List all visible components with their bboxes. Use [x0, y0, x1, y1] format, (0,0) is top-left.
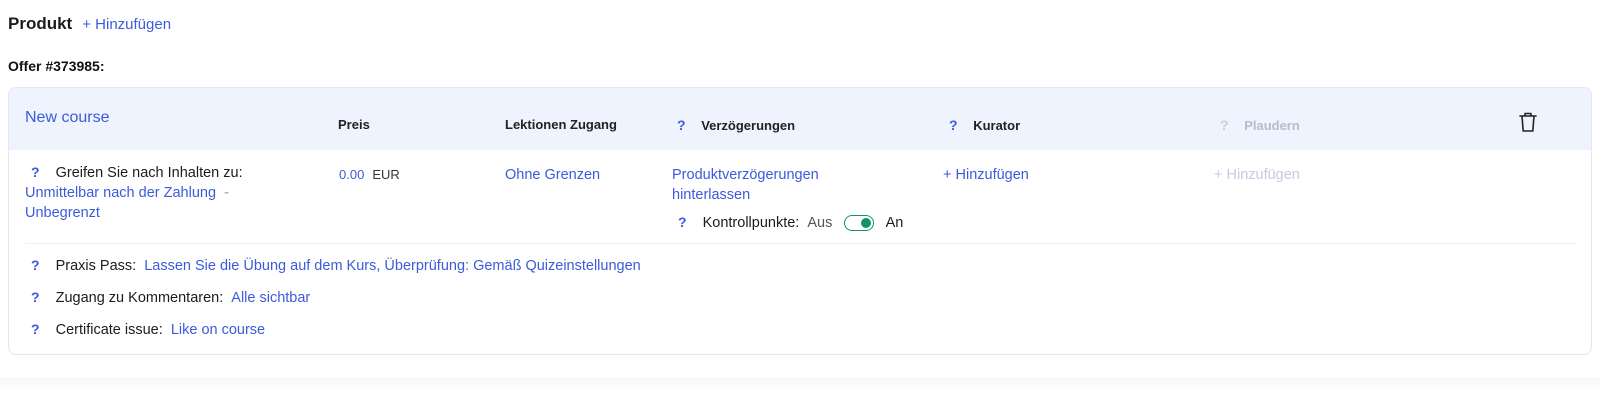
chat-cell: + Hinzufügen	[1214, 165, 1300, 185]
section-title: Produkt	[8, 14, 73, 33]
certificate-label: Certificate issue:	[55, 322, 163, 338]
column-header-price: Preis	[338, 117, 370, 132]
practice-pass-row: ? Praxis Pass: Lassen Sie die Übung auf …	[25, 255, 641, 276]
add-curator-link[interactable]: + Hinzufügen	[943, 167, 1029, 183]
column-header-curator: ? Kurator	[949, 117, 1020, 133]
column-header-chat: ? Plaudern	[1220, 117, 1300, 133]
checkpoints-toggle[interactable]	[844, 215, 875, 232]
help-icon[interactable]: ?	[677, 117, 686, 133]
practice-pass-link[interactable]: Lassen Sie die Übung auf dem Kurs, Überp…	[144, 258, 641, 274]
help-icon[interactable]: ?	[678, 214, 687, 230]
content-access-end-link[interactable]: Unbegrenzt	[25, 205, 100, 221]
delays-cell: Produktverzögerungen hinterlassen	[672, 165, 872, 205]
comments-access-label: Zugang zu Kommentaren:	[55, 290, 224, 306]
content-access-label: Greifen Sie nach Inhalten zu:	[55, 165, 243, 181]
help-icon: ?	[1220, 117, 1229, 133]
course-name-link[interactable]: New course	[25, 109, 109, 127]
checkpoints-off-label: Aus	[807, 215, 833, 231]
content-access-start-link[interactable]: Unmittelbar nach der Zahlung	[25, 185, 216, 201]
help-icon[interactable]: ?	[31, 289, 40, 305]
content-access-cell: ? Greifen Sie nach Inhalten zu: Unmittel…	[25, 162, 325, 223]
help-icon[interactable]: ?	[949, 117, 958, 133]
certificate-link[interactable]: Like on course	[171, 322, 265, 338]
help-icon[interactable]: ?	[31, 164, 40, 180]
column-header-lessons-access: Lektionen Zugang	[505, 117, 617, 132]
column-header-curator-label: Kurator	[973, 118, 1021, 133]
toggle-knob	[861, 217, 872, 228]
add-chat-link: + Hinzufügen	[1214, 167, 1300, 183]
checkpoints-on-label: An	[885, 215, 904, 231]
product-section: Produkt + Hinzufügen Offer #373985: New …	[0, 0, 1600, 407]
divider	[25, 243, 1577, 244]
delays-link[interactable]: Produktverzögerungen hinterlassen	[672, 167, 819, 203]
lessons-access-cell: Ohne Grenzen	[505, 165, 600, 185]
certificate-row: ? Certificate issue: Like on course	[25, 319, 265, 340]
course-card: New course Preis Lektionen Zugang ? Verz…	[8, 87, 1592, 355]
offer-label: Offer #373985:	[8, 58, 105, 74]
section-bottom-divider	[0, 378, 1600, 390]
column-header-chat-label: Plaudern	[1244, 118, 1300, 133]
price-currency: EUR	[372, 167, 400, 182]
lessons-access-link[interactable]: Ohne Grenzen	[505, 167, 600, 183]
course-card-header: New course Preis Lektionen Zugang ? Verz…	[9, 88, 1591, 150]
practice-pass-label: Praxis Pass:	[55, 258, 137, 274]
product-header: Produkt + Hinzufügen	[8, 14, 171, 34]
comments-access-row: ? Zugang zu Kommentaren: Alle sichtbar	[25, 287, 310, 308]
price-cell: 0.00 EUR	[339, 165, 400, 185]
content-access-separator: -	[224, 185, 229, 201]
column-header-delays-label: Verzögerungen	[701, 118, 796, 133]
curator-cell: + Hinzufügen	[943, 165, 1029, 185]
checkpoints-label: Kontrollpunkte:	[702, 215, 800, 231]
column-header-delays: ? Verzögerungen	[677, 117, 795, 133]
comments-access-link[interactable]: Alle sichtbar	[231, 290, 310, 306]
help-icon[interactable]: ?	[31, 321, 40, 337]
price-amount[interactable]: 0.00	[339, 167, 364, 182]
help-icon[interactable]: ?	[31, 257, 40, 273]
trash-icon[interactable]	[1518, 111, 1538, 133]
add-product-link[interactable]: + Hinzufügen	[82, 16, 171, 33]
checkpoints-row: ? Kontrollpunkte: Aus An	[672, 212, 903, 233]
